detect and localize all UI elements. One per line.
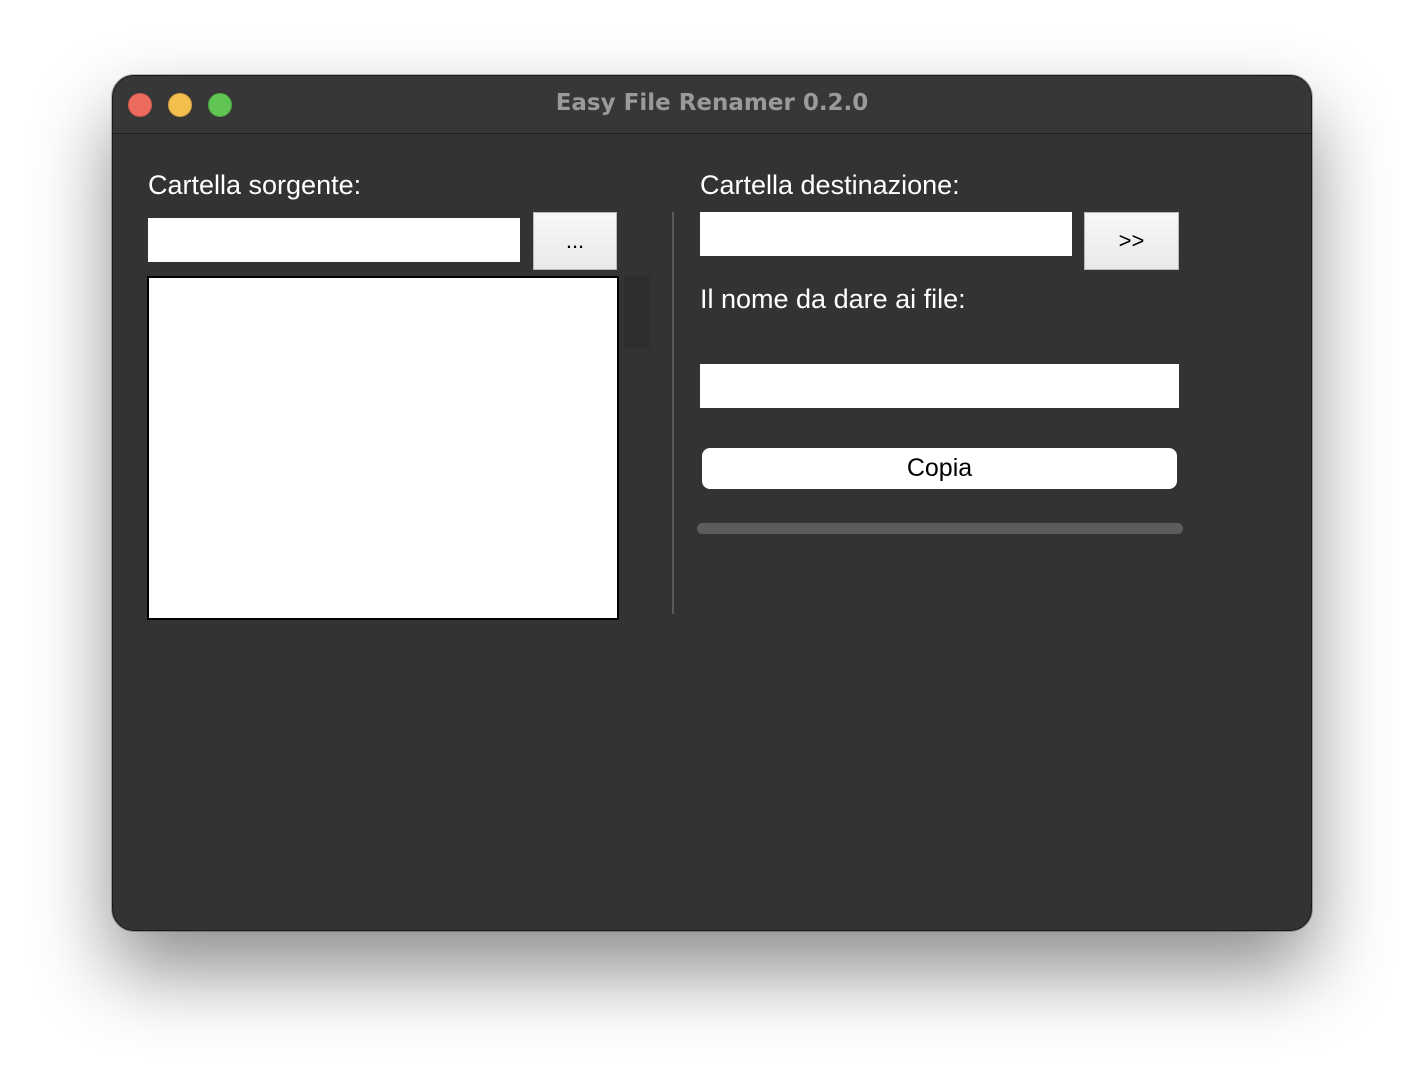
source-browse-button[interactable]: ... xyxy=(533,212,617,270)
source-folder-input[interactable] xyxy=(148,218,520,262)
filename-input[interactable] xyxy=(700,364,1179,408)
source-file-list[interactable] xyxy=(147,276,619,620)
destination-folder-input[interactable] xyxy=(700,212,1072,256)
source-folder-label: Cartella sorgente: xyxy=(148,170,362,200)
app-window: Easy File Renamer 0.2.0 Cartella sorgent… xyxy=(112,75,1312,931)
copy-progress-bar xyxy=(697,523,1183,534)
column-separator xyxy=(672,212,674,614)
filename-label: Il nome da dare ai file: xyxy=(700,284,966,314)
desktop: Easy File Renamer 0.2.0 Cartella sorgent… xyxy=(0,0,1424,1080)
file-list-scrollbar[interactable] xyxy=(624,276,650,348)
main-content: Cartella sorgente: ... Cartella destinaz… xyxy=(113,134,1311,930)
destination-folder-label: Cartella destinazione: xyxy=(700,170,960,200)
title-bar[interactable]: Easy File Renamer 0.2.0 xyxy=(113,76,1311,134)
window-title: Easy File Renamer 0.2.0 xyxy=(555,90,869,116)
destination-browse-button[interactable]: >> xyxy=(1084,212,1179,270)
copy-button[interactable]: Copia xyxy=(702,448,1177,489)
